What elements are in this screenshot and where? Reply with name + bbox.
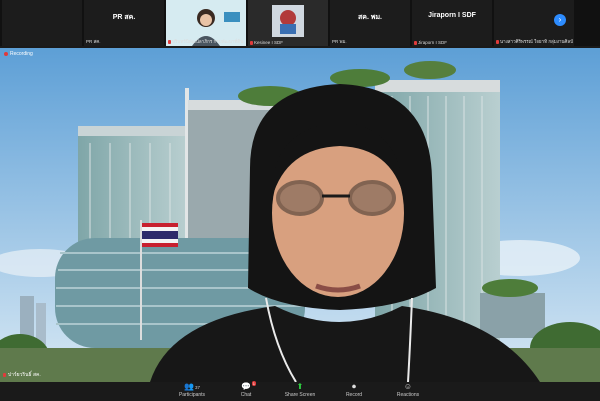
participant-tile[interactable]: สค. พม. PR พม. [330, 0, 410, 46]
participant-display-name: สค. พม. [357, 14, 383, 21]
mic-muted-icon [3, 372, 6, 377]
recording-icon [4, 51, 8, 56]
people-icon: 👥 [184, 382, 194, 391]
participants-label: Participants [178, 392, 206, 398]
reactions-label: Reactions [396, 392, 420, 398]
speaker-view: Recording ปาร์ยวรินธิ์ สค. [0, 48, 600, 382]
meeting-toolbar: 👥37 Participants 💬 1 Chat ⬆ Share Screen … [0, 381, 600, 401]
recording-label: Recording [10, 51, 33, 57]
participant-name: Kesinee I SDF [254, 40, 284, 45]
mic-muted-icon [250, 40, 253, 45]
participant-tile[interactable]: PR สค. PR สค. [84, 0, 164, 46]
chat-label: Chat [240, 392, 252, 398]
participant-name: นางสาวศิริพรรณ์ ใจยาทิ กลุ่มงานศิลป์ [500, 39, 574, 44]
mic-muted-icon [414, 40, 417, 45]
reactions-button[interactable]: ☺ Reactions [388, 382, 428, 401]
record-button[interactable]: ⏺ Record [334, 382, 374, 401]
participant-name: PR สค. [86, 39, 101, 44]
speaker-video [0, 48, 600, 382]
share-screen-icon: ⬆ [296, 382, 304, 391]
chevron-right-icon[interactable]: › [554, 14, 566, 26]
participant-name: Jiraporn I SDF [418, 40, 448, 45]
participant-name: PR พม. [332, 39, 347, 44]
share-screen-button[interactable]: ⬆ Share Screen [280, 382, 320, 401]
mic-muted-icon [496, 39, 499, 44]
chat-icon: 💬 [241, 382, 251, 391]
participant-video-tile[interactable]: Kesinee I SDF [248, 0, 328, 46]
record-label: Record [345, 392, 363, 398]
participants-button[interactable]: 👥37 Participants [172, 382, 212, 401]
participant-name: ปรินทร์นิพัฒน์ลาภิกร กรมพัฒนาที่ดิน [172, 39, 244, 44]
speaker-name: ปาร์ยวรินธิ์ สค. [8, 372, 41, 378]
participant-video-tile[interactable]: ปรินทร์นิพัฒน์ลาภิกร กรมพัฒนาที่ดิน [166, 0, 246, 46]
participant-tile[interactable] [2, 0, 82, 46]
chat-button[interactable]: 💬 1 Chat [226, 381, 266, 401]
record-icon: ⏺ [352, 382, 356, 391]
participant-tile[interactable]: Jiraporn I SDF Jiraporn I SDF [412, 0, 492, 46]
mic-muted-icon [168, 39, 171, 44]
participant-display-name: PR สค. [112, 14, 136, 21]
chat-badge: 1 [251, 381, 256, 386]
participant-count: 37 [194, 385, 200, 390]
share-screen-label: Share Screen [284, 392, 316, 398]
participant-display-name: Jiraporn I SDF [428, 12, 476, 19]
reactions-icon: ☺ [403, 382, 413, 391]
participant-strip: PR สค. PR สค. ปรินทร์นิพัฒน์ลาภิกร กรมพั… [0, 0, 600, 46]
